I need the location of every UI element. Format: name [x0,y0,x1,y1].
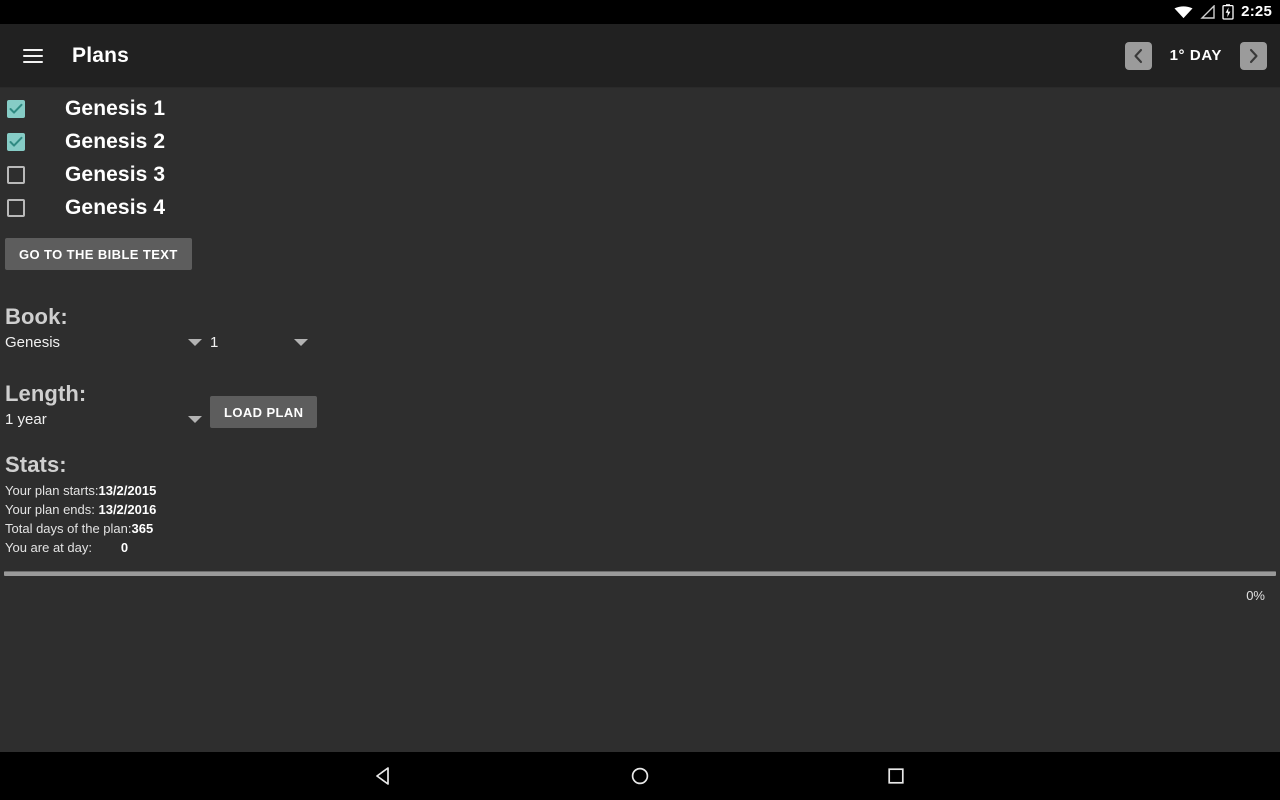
app-bar: Plans 1° DAY [0,24,1280,88]
page-title: Plans [72,43,130,67]
stat-label: Your plan ends: [5,502,99,517]
stat-value: 13/2/2016 [98,502,157,517]
check-icon [9,103,23,114]
chapter-row-2[interactable]: Genesis 2 [0,125,1280,158]
stat-row: Total days of the plan: 365 [5,521,1280,540]
book-section-title: Book: [5,304,68,329]
app-screen: 2:25 Plans 1° DAY Genesis 1 Genesis 2 Ge… [0,0,1280,800]
progress-bar [4,571,1276,576]
stats-list: Your plan starts: 13/2/2015 Your plan en… [0,483,1280,559]
status-bar: 2:25 [0,0,1280,24]
recents-square-icon [888,768,904,784]
chapter-spinner[interactable]: 1 [210,334,308,353]
chapter-row-1[interactable]: Genesis 1 [0,92,1280,125]
length-spinner-row: 1 year LOAD PLAN [0,396,1280,430]
stats-section: Stats: Your plan starts: 13/2/2015 Your … [0,452,1280,559]
chevron-down-icon [294,339,308,346]
check-icon [9,136,23,147]
next-day-button[interactable] [1240,41,1267,70]
stat-label: Total days of the plan: [5,521,132,536]
previous-day-button[interactable] [1124,41,1152,70]
stat-label: You are at day: [5,540,121,555]
chapter-checkbox-2[interactable] [7,132,25,151]
signal-icon [1200,5,1215,19]
chapter-row-4[interactable]: Genesis 4 [0,191,1280,224]
chapter-checkbox-4[interactable] [7,198,25,217]
nav-recents-button[interactable] [832,752,960,800]
chevron-right-icon [1249,48,1258,63]
length-section: Length: 1 year LOAD PLAN [0,381,1280,430]
home-circle-icon [631,767,649,785]
book-section: Book: Genesis 1 [0,304,1280,353]
day-label: 1° DAY [1169,47,1222,64]
length-spinner-value: 1 year [5,411,47,428]
stat-label: Your plan starts: [5,483,99,498]
stat-value: 13/2/2015 [98,483,157,498]
chevron-down-icon [188,339,202,346]
back-triangle-icon [376,767,389,785]
stats-section-title: Stats: [5,452,67,477]
chapter-label: Genesis 2 [65,129,166,153]
chapter-spinner-value: 1 [210,334,219,351]
system-navigation-bar [0,752,1280,800]
battery-charging-icon [1222,4,1234,20]
chapter-row-3[interactable]: Genesis 3 [0,158,1280,191]
chapter-label: Genesis 3 [65,162,166,186]
wifi-icon [1174,6,1193,19]
chevron-down-icon [188,416,202,423]
stat-value: 0 [120,540,129,555]
stat-value: 365 [131,521,154,536]
load-plan-button[interactable]: LOAD PLAN [210,396,318,428]
nav-back-button[interactable] [320,752,448,800]
day-navigator: 1° DAY [1124,41,1280,70]
stat-row: Your plan starts: 13/2/2015 [5,483,1280,502]
chapter-label: Genesis 1 [65,96,166,120]
book-spinner[interactable]: Genesis [5,334,202,353]
main-content: Genesis 1 Genesis 2 Genesis 3 Genesis 4 [0,88,1280,752]
nav-home-button[interactable] [576,752,704,800]
chevron-left-icon [1134,48,1142,63]
book-spinner-row: Genesis 1 [0,334,1280,353]
status-bar-clock: 2:25 [1241,3,1272,20]
stat-row: You are at day: 0 [5,540,1280,559]
length-section-title: Length: [5,381,87,406]
book-spinner-value: Genesis [5,334,61,351]
go-to-bible-text-button[interactable]: GO TO THE BIBLE TEXT [5,238,192,270]
length-spinner[interactable]: 1 year [5,411,202,430]
progress-section: 0% [0,571,1280,603]
chapter-checkbox-3[interactable] [7,165,25,184]
chapter-label: Genesis 4 [65,195,166,219]
progress-percent-label: 0% [1246,588,1265,603]
stat-row: Your plan ends: 13/2/2016 [5,502,1280,521]
hamburger-menu-icon[interactable] [10,36,56,76]
chapter-checkbox-1[interactable] [7,99,25,118]
chapter-checklist: Genesis 1 Genesis 2 Genesis 3 Genesis 4 [0,88,1280,224]
